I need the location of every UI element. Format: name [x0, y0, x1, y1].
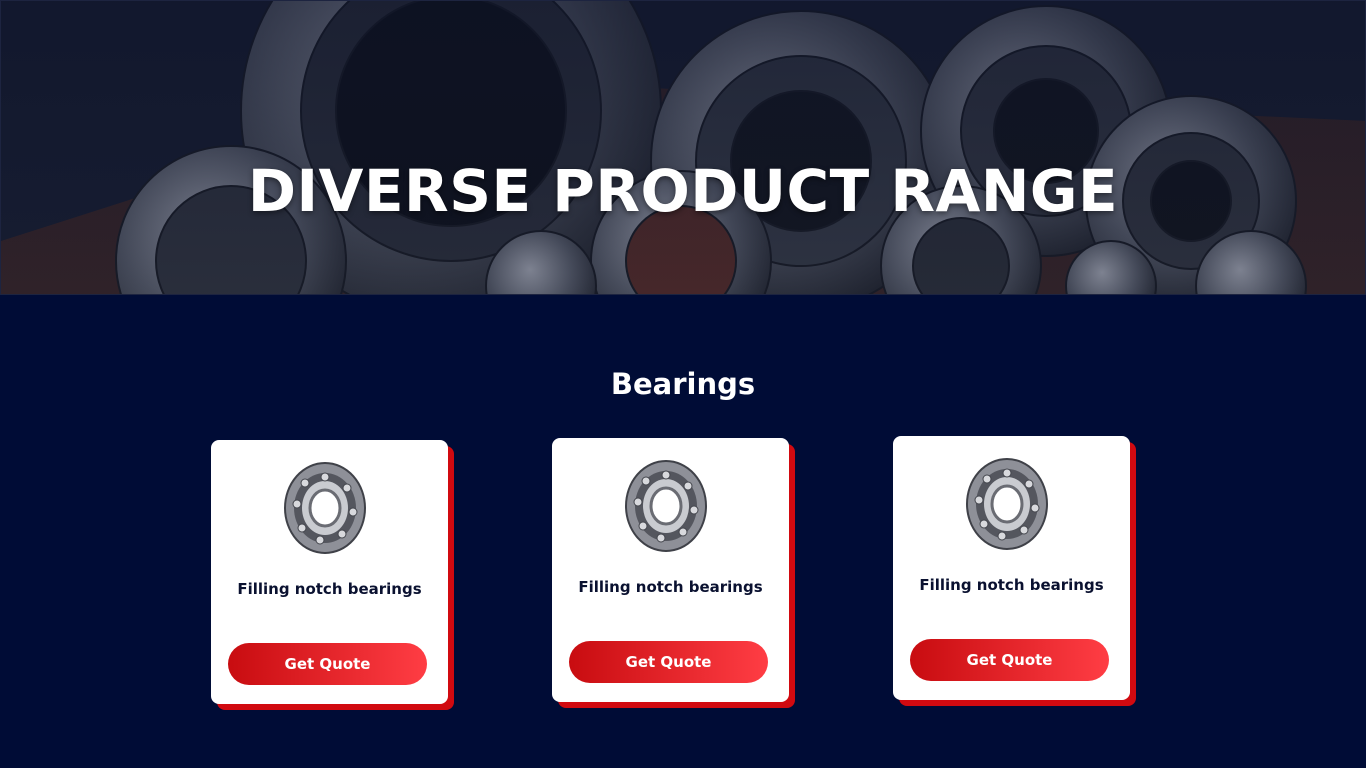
card-body: Filling notch bearings Get Quote: [893, 436, 1130, 700]
product-name: Filling notch bearings: [919, 576, 1104, 594]
product-name: Filling notch bearings: [237, 580, 422, 598]
get-quote-button[interactable]: Get Quote: [569, 641, 768, 683]
bearing-image: [966, 458, 1048, 550]
product-name: Filling notch bearings: [578, 578, 763, 596]
product-card: Filling notch bearings Get Quote: [552, 438, 795, 708]
bearing-image: [625, 460, 707, 552]
card-body: Filling notch bearings Get Quote: [211, 440, 448, 704]
section-title: Bearings: [610, 367, 756, 401]
hero-banner: DIVERSE PRODUCT RANGE: [0, 0, 1366, 295]
hero-title: DIVERSE PRODUCT RANGE: [247, 157, 1119, 225]
card-body: Filling notch bearings Get Quote: [552, 438, 789, 702]
get-quote-button[interactable]: Get Quote: [228, 643, 427, 685]
product-card: Filling notch bearings Get Quote: [211, 440, 454, 710]
get-quote-button[interactable]: Get Quote: [910, 639, 1109, 681]
bearings-hero-image: [1, 1, 1365, 294]
product-card: Filling notch bearings Get Quote: [893, 436, 1136, 706]
bearing-image: [284, 462, 366, 554]
